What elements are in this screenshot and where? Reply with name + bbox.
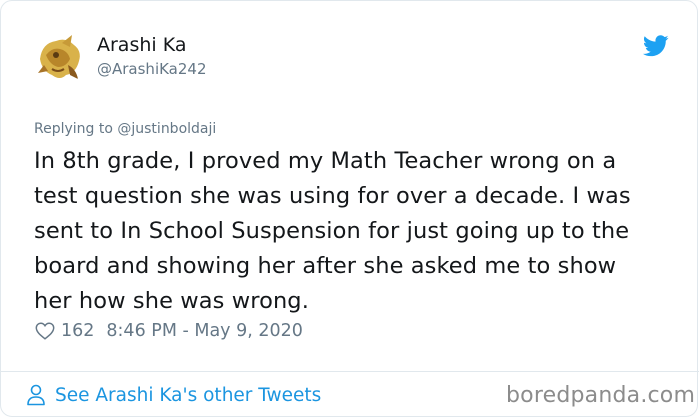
see-other-tweets-link[interactable]: See Arashi Ka's other Tweets [26,382,321,408]
heart-icon[interactable] [34,320,56,342]
user-handle[interactable]: @ArashiKa242 [97,60,207,78]
display-name[interactable]: Arashi Ka [97,34,186,56]
avatar-image [32,29,88,85]
tweet-timestamp[interactable]: 8:46 PM - May 9, 2020 [106,321,303,341]
see-other-tweets-label[interactable]: See Arashi Ka's other Tweets [55,385,321,406]
tweet-card: Arashi Ka @ArashiKa242 Replying to @just… [0,0,699,417]
person-icon [27,384,45,406]
replying-to-label[interactable]: Replying to @justinboldaji [34,121,216,137]
tweet-meta: 162 8:46 PM - May 9, 2020 [34,319,303,343]
boredpanda-watermark: boredpanda.com [506,383,696,408]
twitter-bird-icon[interactable] [643,35,669,57]
avatar[interactable] [32,29,88,85]
tweet-text: In 8th grade, I proved my Math Teacher w… [34,148,631,314]
like-count: 162 [61,321,95,341]
divider [1,371,699,372]
